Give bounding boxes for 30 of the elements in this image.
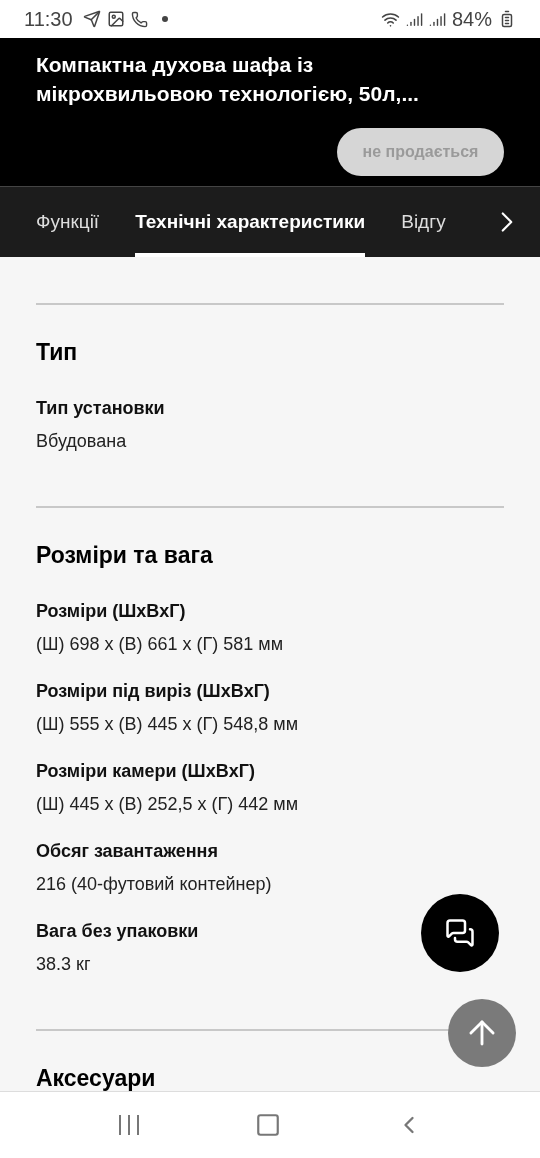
spec-value: 216 (40-футовий контейнер) <box>36 874 272 895</box>
chat-bubbles-icon <box>445 918 475 948</box>
spec-label: Тип установки <box>36 398 165 419</box>
spec-label: Обсяг завантаження <box>36 841 218 862</box>
battery-percent: 84% <box>451 7 492 31</box>
notification-dot-icon <box>161 16 168 22</box>
spec-value: (Ш) 445 x (В) 252,5 x (Г) 442 мм <box>36 794 299 815</box>
spec-value: (Ш) 555 x (В) 445 x (Г) 548,8 мм <box>36 714 299 735</box>
section-title: Розміри та вага <box>36 542 213 569</box>
spec-label: Розміри (ШxВxГ) <box>36 601 186 622</box>
signal-icon <box>405 10 423 28</box>
paper-plane-icon <box>82 10 101 28</box>
signal-icon <box>428 10 446 28</box>
spec-label: Розміри під виріз (ШxВxГ) <box>36 681 270 702</box>
status-time: 11:30 <box>24 7 73 31</box>
spec-value: (Ш) 698 x (В) 661 x (Г) 581 мм <box>36 634 284 655</box>
tab[interactable]: Відгу <box>401 187 446 257</box>
home-icon[interactable] <box>255 1112 281 1138</box>
section-title: Аксесуари <box>36 1065 156 1091</box>
spec-label: Вага без упаковки <box>36 921 199 942</box>
image-icon <box>106 10 125 28</box>
tab[interactable]: Функції <box>36 187 100 257</box>
product-title: Компактна духова шафа із мікрохвильовою технологією, 50л,... <box>36 52 420 107</box>
spec-value: Вбудована <box>36 431 127 452</box>
section-title: Тип <box>36 339 78 366</box>
recent-apps-icon[interactable] <box>117 1114 141 1136</box>
tab[interactable]: Технічні характеристики <box>135 187 366 257</box>
spec-label: Розміри камери (ШxВxГ) <box>36 761 255 782</box>
phone-icon <box>130 10 148 28</box>
spec-value: 38.3 кг <box>36 954 91 975</box>
